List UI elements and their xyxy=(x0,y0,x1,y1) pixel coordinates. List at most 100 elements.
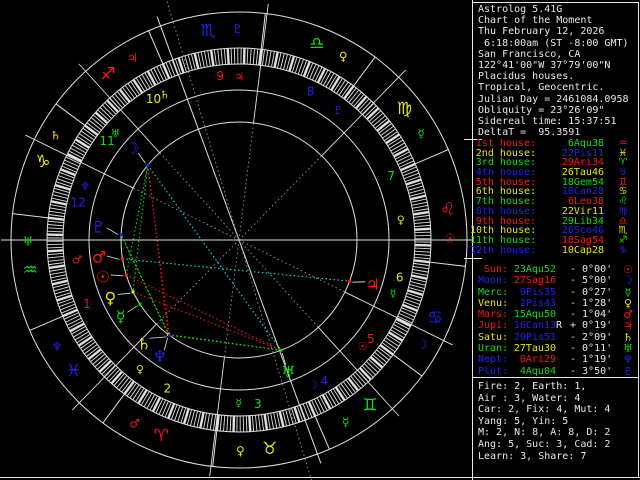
planet-position-value: 15Aqu50 xyxy=(513,309,556,321)
degree-tick xyxy=(413,262,430,266)
info-line-1: Chart of the Moment xyxy=(478,15,593,27)
info-line-7: Tropical, Geocentric. xyxy=(478,82,605,94)
sign-ruler-icon: ♅ xyxy=(23,234,34,248)
planet-latitude: - 1°28' xyxy=(570,297,613,309)
degree-tick xyxy=(219,415,223,432)
degree-tick xyxy=(400,310,416,318)
degree-tick xyxy=(77,335,93,347)
planet-label: Satu: xyxy=(478,331,509,343)
planet-position-value: 29Pis51 xyxy=(513,331,556,343)
sign-ruler-icon: ♇ xyxy=(232,22,243,36)
house-cusp-spoke-dotted xyxy=(238,155,322,241)
degree-tick xyxy=(226,415,229,432)
info-line-5: 122°41'00"W 37°79'00"N xyxy=(478,60,611,72)
degree-tick xyxy=(388,331,404,342)
degree-tick xyxy=(167,403,176,419)
sign-boundary-line xyxy=(415,149,449,165)
sign-glyph-gemini: ♊ xyxy=(362,395,377,415)
degree-tick xyxy=(414,224,431,228)
degree-tick xyxy=(263,413,269,431)
degree-tick xyxy=(391,326,407,336)
zodiac-sign-icon: ♑ xyxy=(618,244,628,256)
degree-tick xyxy=(273,51,279,68)
degree-tick xyxy=(412,208,429,212)
degree-tick xyxy=(402,303,418,312)
info-line-4: San Francisco, CA xyxy=(478,48,581,60)
planet-dot-uranus xyxy=(279,348,283,352)
planet-label: Jupi: xyxy=(478,320,509,332)
house-ruler-icon: ♄ xyxy=(160,88,170,101)
degree-tick xyxy=(311,65,320,81)
planet-pointer-line xyxy=(106,255,120,260)
house-ruler-icon: ♆ xyxy=(80,180,90,193)
degree-tick xyxy=(207,50,211,67)
house-cusp-value: 10Cap28 xyxy=(561,244,604,256)
degree-tick xyxy=(379,344,394,356)
degree-tick xyxy=(313,398,322,414)
degree-tick xyxy=(48,262,65,266)
degree-tick xyxy=(316,397,325,413)
planet-pointer-line xyxy=(106,227,119,235)
house-number-9: 9 xyxy=(216,69,224,83)
degree-tick xyxy=(151,396,162,413)
degree-tick xyxy=(141,74,151,89)
planet-label: Uran: xyxy=(478,343,509,355)
degree-tick xyxy=(71,144,87,154)
degree-tick xyxy=(213,49,217,66)
degree-tick xyxy=(50,200,67,206)
degree-tick xyxy=(66,317,82,326)
sign-glyph-aries: ♈ xyxy=(154,426,169,446)
degree-tick xyxy=(382,128,396,139)
degree-tick xyxy=(161,63,171,79)
degree-tick xyxy=(74,331,89,341)
house-number-6: 6 xyxy=(396,270,404,284)
degree-tick xyxy=(413,259,430,264)
degree-tick xyxy=(390,142,405,152)
sign-glyph-taurus: ♉ xyxy=(262,439,277,459)
sign-boundary-line xyxy=(102,393,125,424)
planet-position-value: 27Sag16 xyxy=(513,275,556,287)
sign-glyph-cancer: ♋ xyxy=(428,308,443,328)
degree-tick xyxy=(307,401,317,417)
sign-glyph-libra: ♎ xyxy=(309,34,324,54)
screen-bottom-border xyxy=(0,477,640,478)
degree-tick xyxy=(264,50,269,67)
house-ruler-icon: ☉ xyxy=(358,340,368,353)
degree-tick xyxy=(330,75,341,91)
planet-pointer-line xyxy=(127,305,138,313)
house-ruler-icon: ♀ xyxy=(397,214,405,227)
planet-latitude: - 0°00' xyxy=(570,264,613,275)
sign-glyph-scorpio: ♏ xyxy=(201,21,216,41)
degree-tick xyxy=(153,67,162,83)
degree-tick xyxy=(412,269,429,273)
planet-dot-sun xyxy=(124,273,128,277)
degree-tick xyxy=(330,390,340,405)
degree-tick xyxy=(414,256,431,260)
degree-tick xyxy=(47,252,64,256)
degree-tick xyxy=(409,194,427,201)
sign-glyph-leo: ♌ xyxy=(440,199,455,219)
sign-boundary-line xyxy=(429,261,466,267)
degree-tick xyxy=(158,399,167,415)
degree-tick xyxy=(223,48,227,65)
degree-tick xyxy=(206,413,210,430)
degree-tick xyxy=(249,48,252,65)
degree-tick xyxy=(258,414,261,431)
degree-tick xyxy=(74,138,90,149)
degree-tick xyxy=(385,133,401,145)
info-line-11: DeltaT = 95.3591 xyxy=(478,127,581,139)
info-line-10: Sidereal time: 15:37:51 xyxy=(478,116,617,128)
summary-separator xyxy=(472,377,638,378)
degree-tick xyxy=(132,386,142,401)
sign-ruler-icon: ♀ xyxy=(236,444,245,458)
degree-tick xyxy=(62,162,78,170)
degree-tick xyxy=(334,386,346,402)
degree-tick xyxy=(273,412,278,429)
summary-line-2: Car: 2, Fix: 4, Mut: 4 xyxy=(478,404,611,416)
degree-tick xyxy=(49,268,66,272)
degree-tick xyxy=(60,168,76,177)
house-number-7: 7 xyxy=(387,169,395,183)
aspect-line-square xyxy=(132,291,282,351)
degree-tick xyxy=(50,271,66,275)
degree-tick xyxy=(84,124,99,136)
